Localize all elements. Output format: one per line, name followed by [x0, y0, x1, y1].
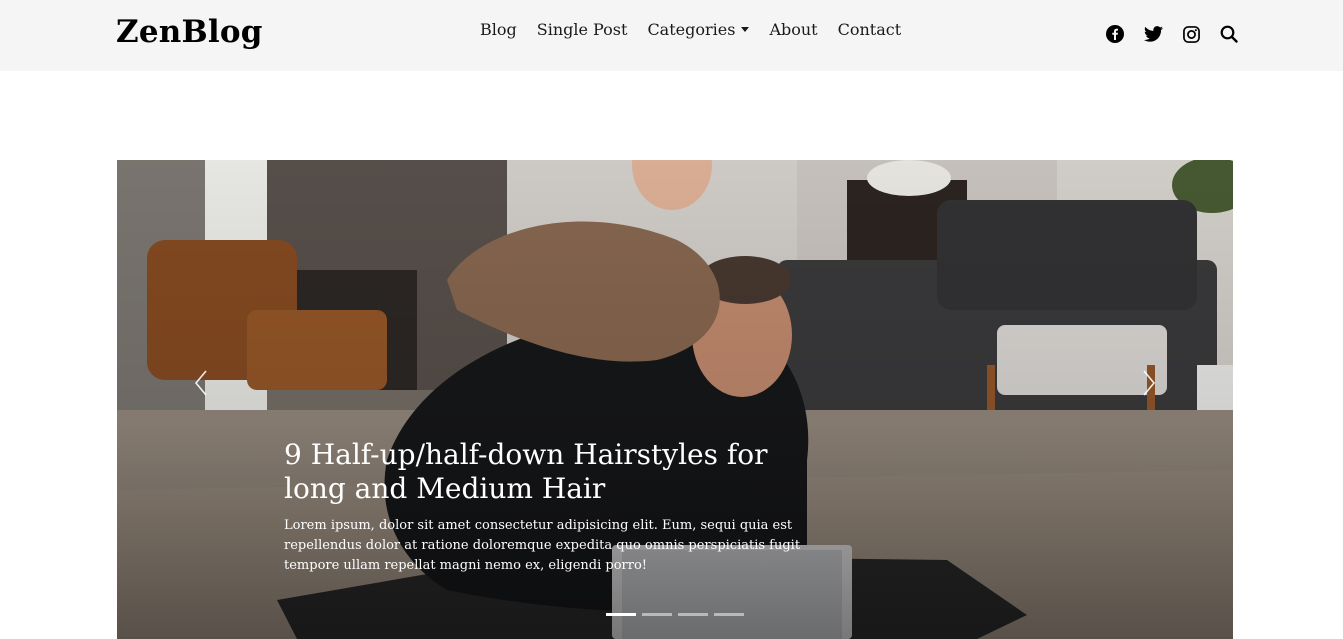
- chevron-left-icon: [194, 370, 207, 396]
- nav-item-about[interactable]: About: [769, 20, 817, 39]
- nav-item-categories[interactable]: Categories: [647, 20, 750, 39]
- chevron-down-icon: [741, 27, 750, 32]
- carousel-next-button[interactable]: [1137, 365, 1161, 401]
- site-header: ZenBlog Blog Single Post Categories Abou…: [0, 0, 1343, 71]
- chevron-right-icon: [1143, 370, 1156, 396]
- carousel-indicator[interactable]: [642, 613, 672, 616]
- hero-caption: 9 Half-up/half-down Hairstyles for long …: [284, 438, 804, 576]
- carousel-indicator[interactable]: [606, 613, 636, 616]
- carousel-indicator[interactable]: [714, 613, 744, 616]
- nav-item-blog[interactable]: Blog: [480, 20, 517, 39]
- twitter-icon[interactable]: [1143, 24, 1163, 44]
- social-links: [1105, 24, 1239, 44]
- carousel-indicator[interactable]: [678, 613, 708, 616]
- search-icon[interactable]: [1219, 24, 1239, 44]
- main-nav: Blog Single Post Categories About Contac…: [480, 20, 921, 39]
- carousel-indicators: [606, 613, 744, 616]
- nav-item-label: About: [769, 20, 818, 39]
- hero-title[interactable]: 9 Half-up/half-down Hairstyles for long …: [284, 438, 804, 506]
- nav-item-label: Single Post: [536, 20, 628, 39]
- carousel-prev-button[interactable]: [189, 365, 213, 401]
- nav-item-single-post[interactable]: Single Post: [537, 20, 628, 39]
- instagram-icon[interactable]: [1181, 24, 1201, 44]
- hero-excerpt: Lorem ipsum, dolor sit amet consectetur …: [284, 518, 801, 573]
- site-logo[interactable]: ZenBlog: [116, 14, 263, 50]
- nav-item-label: Categories: [647, 20, 736, 39]
- facebook-icon[interactable]: [1105, 24, 1125, 44]
- nav-item-label: Contact: [837, 20, 902, 39]
- nav-item-label: Blog: [480, 20, 517, 39]
- hero-carousel: 9 Half-up/half-down Hairstyles for long …: [117, 160, 1233, 639]
- nav-item-contact[interactable]: Contact: [838, 20, 902, 39]
